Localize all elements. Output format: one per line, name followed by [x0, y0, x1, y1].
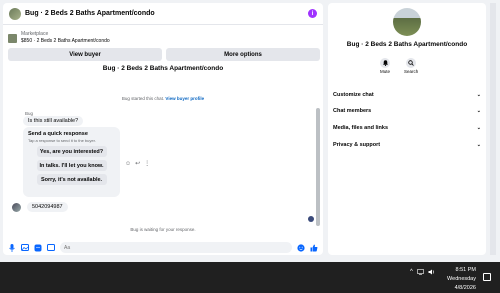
- chat-scrollbar[interactable]: [316, 68, 320, 228]
- clock-time: 8:51 PM: [455, 267, 476, 273]
- sender-avatar[interactable]: [12, 202, 21, 212]
- reply-icon[interactable]: ↩: [135, 160, 140, 167]
- like-icon[interactable]: [310, 244, 318, 252]
- page-scrollbar[interactable]: [490, 3, 496, 255]
- chat-title: Bug · 2 Beds 2 Baths Apartment/condo: [102, 65, 224, 72]
- chat-panel: Bug · 2 Beds 2 Baths Apartment/condo i M…: [3, 3, 323, 255]
- quick-response-in-talks[interactable]: In talks. I'll let you know.: [36, 160, 107, 171]
- chevron-up-icon[interactable]: ^: [410, 269, 413, 277]
- system-tray: ^: [410, 269, 435, 277]
- image-icon[interactable]: [21, 244, 29, 252]
- waiting-notice: Bug is waiting for your response.: [130, 227, 196, 232]
- emoji-icon[interactable]: [297, 243, 305, 252]
- message-list: Bug · 2 Beds 2 Baths Apartment/condo Bug…: [8, 64, 318, 234]
- bell-icon: [380, 58, 390, 68]
- clock-day: Wednesday: [447, 276, 476, 282]
- network-icon[interactable]: [417, 269, 424, 277]
- message-bubble: Is this still available?: [23, 116, 84, 126]
- listing-avatar: [393, 8, 421, 36]
- composer: [3, 240, 323, 255]
- clock[interactable]: 8:51 PM Wednesday 4/8/2026: [440, 266, 476, 293]
- chat-members-item[interactable]: Chat members ⌄: [333, 104, 481, 118]
- microphone-icon[interactable]: [8, 243, 16, 252]
- gif-icon[interactable]: [47, 244, 55, 252]
- listing-price: $850 · 2 Beds 2 Baths Apartment/condo: [21, 38, 110, 44]
- search-button[interactable]: Search: [404, 58, 418, 74]
- chevron-down-icon: ⌄: [476, 125, 481, 131]
- quick-response-title: Send a quick response: [28, 131, 88, 137]
- privacy-support-item[interactable]: Privacy & support ⌄: [333, 138, 481, 152]
- thread-header: Bug · 2 Beds 2 Baths Apartment/condo i: [3, 3, 323, 25]
- media-files-links-item[interactable]: Media, files and links ⌄: [333, 121, 481, 135]
- thread-avatar[interactable]: [9, 7, 21, 20]
- taskbar: ^ 8:51 PM Wednesday 4/8/2026: [0, 262, 500, 293]
- view-buyer-profile-link[interactable]: View buyer profile: [165, 96, 204, 101]
- chat-scrollbar-thumb[interactable]: [316, 108, 320, 226]
- chat-start-notice: Bug started this chat. View buyer profil…: [8, 96, 318, 101]
- mute-label: Mute: [380, 69, 391, 74]
- phone-message-row: 5042094987: [12, 202, 68, 212]
- quick-response-sorry[interactable]: Sorry, it's not available.: [36, 174, 107, 185]
- sticker-icon[interactable]: [34, 244, 42, 252]
- clock-date: 4/8/2026: [454, 285, 476, 291]
- chat-started-text: Bug started this chat.: [121, 96, 165, 101]
- message-actions: ☺ ↩ ⋮: [125, 160, 150, 168]
- thread-title: Bug · 2 Beds 2 Baths Apartment/condo: [25, 10, 155, 17]
- details-title: Bug · 2 Beds 2 Baths Apartment/condo: [346, 41, 468, 48]
- quick-response-subtitle: Tap a response to send it to the buyer.: [28, 138, 96, 143]
- mute-button[interactable]: Mute: [380, 58, 390, 74]
- message-input[interactable]: [60, 242, 292, 253]
- search-label: Search: [404, 69, 419, 74]
- seen-avatar: [308, 216, 314, 222]
- view-buyer-button[interactable]: View buyer: [8, 48, 162, 61]
- quick-response-card: Send a quick response Tap a response to …: [23, 127, 120, 197]
- details-panel: Bug · 2 Beds 2 Baths Apartment/condo Mut…: [328, 3, 486, 255]
- phone-message-bubble: 5042094987: [27, 202, 68, 212]
- search-icon: [406, 58, 417, 68]
- volume-icon[interactable]: [428, 269, 435, 277]
- react-icon[interactable]: ☺: [125, 161, 131, 167]
- customize-chat-item[interactable]: Customize chat ⌄: [333, 88, 481, 102]
- chevron-down-icon: ⌄: [476, 108, 481, 114]
- listing-source: Marketplace: [21, 31, 49, 37]
- notification-icon[interactable]: [483, 273, 491, 281]
- chevron-down-icon: ⌄: [476, 142, 481, 148]
- info-icon[interactable]: i: [308, 9, 317, 18]
- more-options-button[interactable]: More options: [166, 48, 320, 61]
- listing-summary[interactable]: Marketplace $850 · 2 Beds 2 Baths Apartm…: [8, 30, 318, 46]
- more-icon[interactable]: ⋮: [144, 160, 150, 167]
- quick-response-yes[interactable]: Yes, are you interested?: [36, 146, 107, 157]
- listing-thumbnail: [8, 33, 17, 43]
- chevron-down-icon: ⌄: [476, 92, 481, 98]
